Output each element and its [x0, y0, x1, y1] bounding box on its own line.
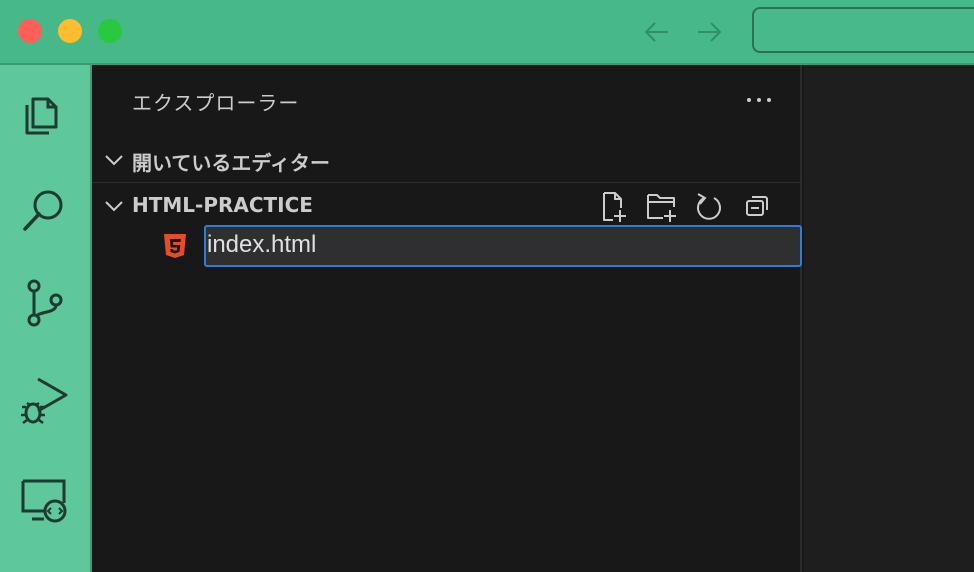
run-debug-icon[interactable] — [18, 375, 70, 427]
explorer-icon[interactable] — [18, 87, 70, 139]
refresh-icon[interactable] — [692, 189, 726, 223]
remote-explorer-icon[interactable] — [18, 473, 70, 525]
more-actions-icon[interactable] — [742, 85, 776, 115]
source-control-icon[interactable] — [18, 277, 70, 329]
new-folder-icon[interactable] — [644, 189, 678, 223]
forward-arrow-icon[interactable] — [694, 18, 724, 46]
back-arrow-icon[interactable] — [642, 18, 672, 46]
html5-icon — [164, 234, 186, 258]
collapse-all-icon[interactable] — [740, 189, 774, 223]
new-file-icon[interactable] — [596, 189, 630, 223]
rename-file-input[interactable]: index.html — [204, 225, 802, 267]
close-window-button[interactable] — [18, 19, 42, 43]
title-bar — [0, 0, 974, 65]
open-editors-section-header[interactable]: 開いているエディター — [92, 137, 802, 181]
project-folder-label: HTML-PRACTICE — [132, 193, 313, 217]
project-folder-section-header[interactable]: HTML-PRACTICE — [92, 182, 802, 226]
command-center-search[interactable] — [752, 7, 974, 53]
minimize-window-button[interactable] — [58, 19, 82, 43]
chevron-down-icon — [105, 155, 123, 166]
chevron-down-icon — [105, 201, 123, 212]
activity-bar — [0, 65, 92, 572]
editor-area[interactable] — [804, 65, 974, 572]
maximize-window-button[interactable] — [98, 19, 122, 43]
open-editors-label: 開いているエディター — [132, 151, 330, 175]
sidebar-title: エクスプローラー — [132, 91, 300, 115]
search-icon[interactable] — [18, 183, 70, 235]
file-tree-row[interactable]: index.html — [92, 223, 802, 269]
explorer-sidebar: エクスプローラー 開いているエディター HTML-PRACTICE index.… — [92, 65, 802, 572]
